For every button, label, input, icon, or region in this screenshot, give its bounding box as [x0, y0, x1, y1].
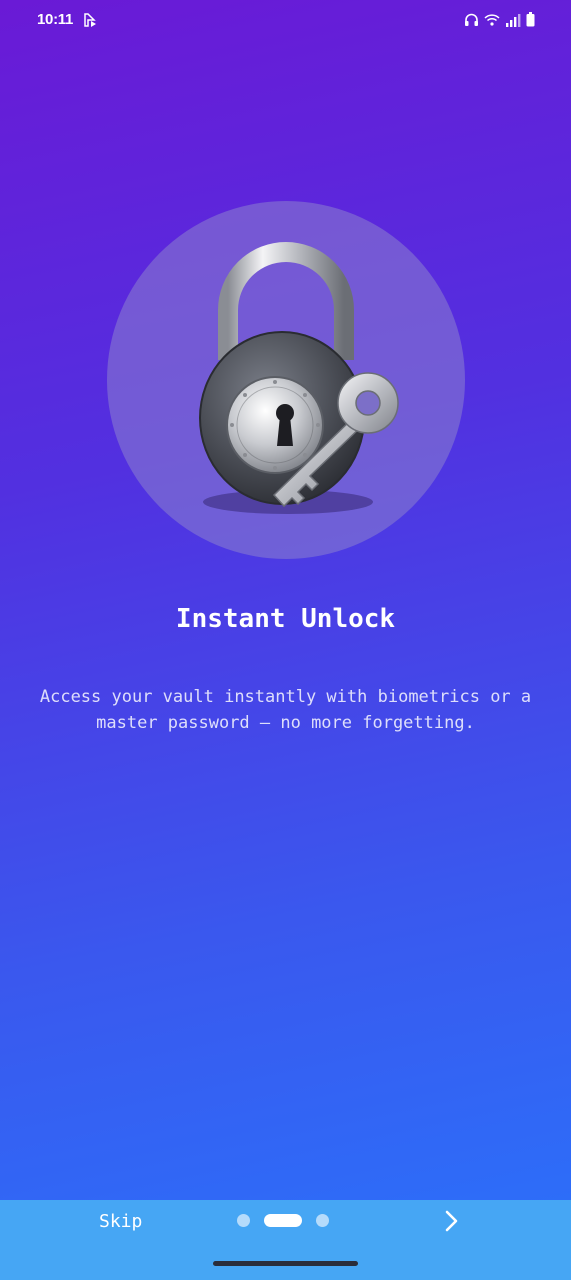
next-button[interactable] — [440, 1208, 464, 1234]
page-dot-2-active[interactable] — [264, 1214, 302, 1227]
skip-button[interactable]: Skip — [99, 1211, 142, 1232]
page-indicator — [237, 1214, 329, 1227]
home-indicator[interactable] — [213, 1261, 358, 1266]
onboarding-description: Access your vault instantly with biometr… — [39, 687, 532, 733]
notification-icon — [82, 12, 98, 28]
status-icons — [464, 12, 535, 27]
wifi-icon — [484, 13, 500, 26]
page-dot-1[interactable] — [237, 1214, 250, 1227]
status-bar: 10:11 — [0, 0, 571, 44]
onboarding-footer: Skip — [0, 1200, 571, 1280]
chevron-right-icon — [445, 1210, 458, 1232]
status-time: 10:11 — [37, 11, 74, 28]
page-dot-3[interactable] — [316, 1214, 329, 1227]
onboarding-title: Instant Unlock — [175, 604, 396, 634]
padlock-key-icon — [170, 240, 410, 520]
battery-icon — [526, 12, 535, 27]
headphones-icon — [464, 13, 479, 27]
signal-icon — [505, 13, 521, 27]
